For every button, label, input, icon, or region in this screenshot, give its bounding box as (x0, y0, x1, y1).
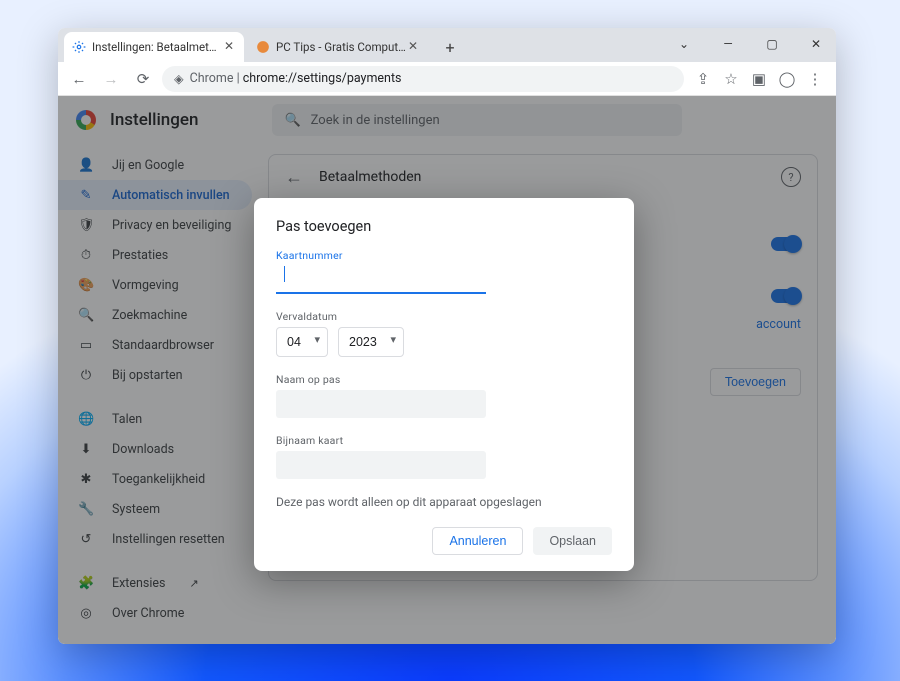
name-on-card-label: Naam op pas (276, 373, 486, 386)
reload-button[interactable]: ⟳ (130, 66, 156, 92)
window-controls: ⌄ — ▢ ✕ (670, 32, 830, 56)
address-prefix: Chrome (190, 71, 234, 86)
tab-title: PC Tips - Gratis Computer Tips, (276, 40, 406, 54)
expiry-month-select[interactable]: 04 (276, 327, 328, 357)
maximize-button[interactable]: ▢ (758, 32, 786, 56)
tab-settings-payments[interactable]: Instellingen: Betaalmethoden ✕ (64, 32, 244, 62)
expiry-label: Vervaldatum (276, 310, 612, 323)
address-bar[interactable]: ◈ Chrome | chrome://settings/payments (162, 66, 684, 92)
star-icon[interactable]: ☆ (718, 66, 744, 92)
expiry-year-select[interactable]: 2023 (338, 327, 404, 357)
kebab-menu-icon[interactable]: ⋮ (802, 66, 828, 92)
nickname-label: Bijnaam kaart (276, 434, 486, 447)
browser-window: Instellingen: Betaalmethoden ✕ PC Tips -… (58, 28, 836, 644)
address-path: chrome://settings/payments (243, 71, 402, 86)
card-nickname-input[interactable] (276, 451, 486, 479)
gear-icon (72, 40, 86, 54)
profile-icon[interactable]: ◯ (774, 66, 800, 92)
back-button[interactable]: ← (66, 66, 92, 92)
chevron-down-icon[interactable]: ⌄ (670, 32, 698, 56)
tab-strip: Instellingen: Betaalmethoden ✕ PC Tips -… (58, 28, 836, 62)
dialog-note: Deze pas wordt alleen op dit apparaat op… (276, 495, 612, 509)
site-icon (256, 40, 270, 54)
save-button[interactable]: Opslaan (533, 527, 612, 555)
card-number-label: Kaartnummer (276, 249, 486, 262)
tab-title: Instellingen: Betaalmethoden (92, 40, 222, 54)
minimize-button[interactable]: — (714, 32, 742, 56)
chrome-prefix-icon: ◈ (174, 71, 184, 87)
share-icon[interactable]: ⇪ (690, 66, 716, 92)
name-on-card-input[interactable] (276, 390, 486, 418)
close-icon[interactable]: ✕ (406, 40, 420, 54)
extensions-icon[interactable]: ▣ (746, 66, 772, 92)
dialog-title: Pas toevoegen (276, 218, 612, 235)
content-area: Instellingen 🔍 Zoek in de instellingen 👤… (58, 96, 836, 644)
close-window-button[interactable]: ✕ (802, 32, 830, 56)
card-number-input[interactable] (276, 266, 486, 294)
tab-pctips[interactable]: PC Tips - Gratis Computer Tips, ✕ (248, 32, 428, 62)
add-card-dialog: Pas toevoegen Kaartnummer Vervaldatum 04… (254, 198, 634, 571)
new-tab-button[interactable]: + (438, 35, 462, 59)
forward-button[interactable]: → (98, 66, 124, 92)
toolbar: ← → ⟳ ◈ Chrome | chrome://settings/payme… (58, 62, 836, 96)
cancel-button[interactable]: Annuleren (432, 527, 523, 555)
close-icon[interactable]: ✕ (222, 40, 236, 54)
